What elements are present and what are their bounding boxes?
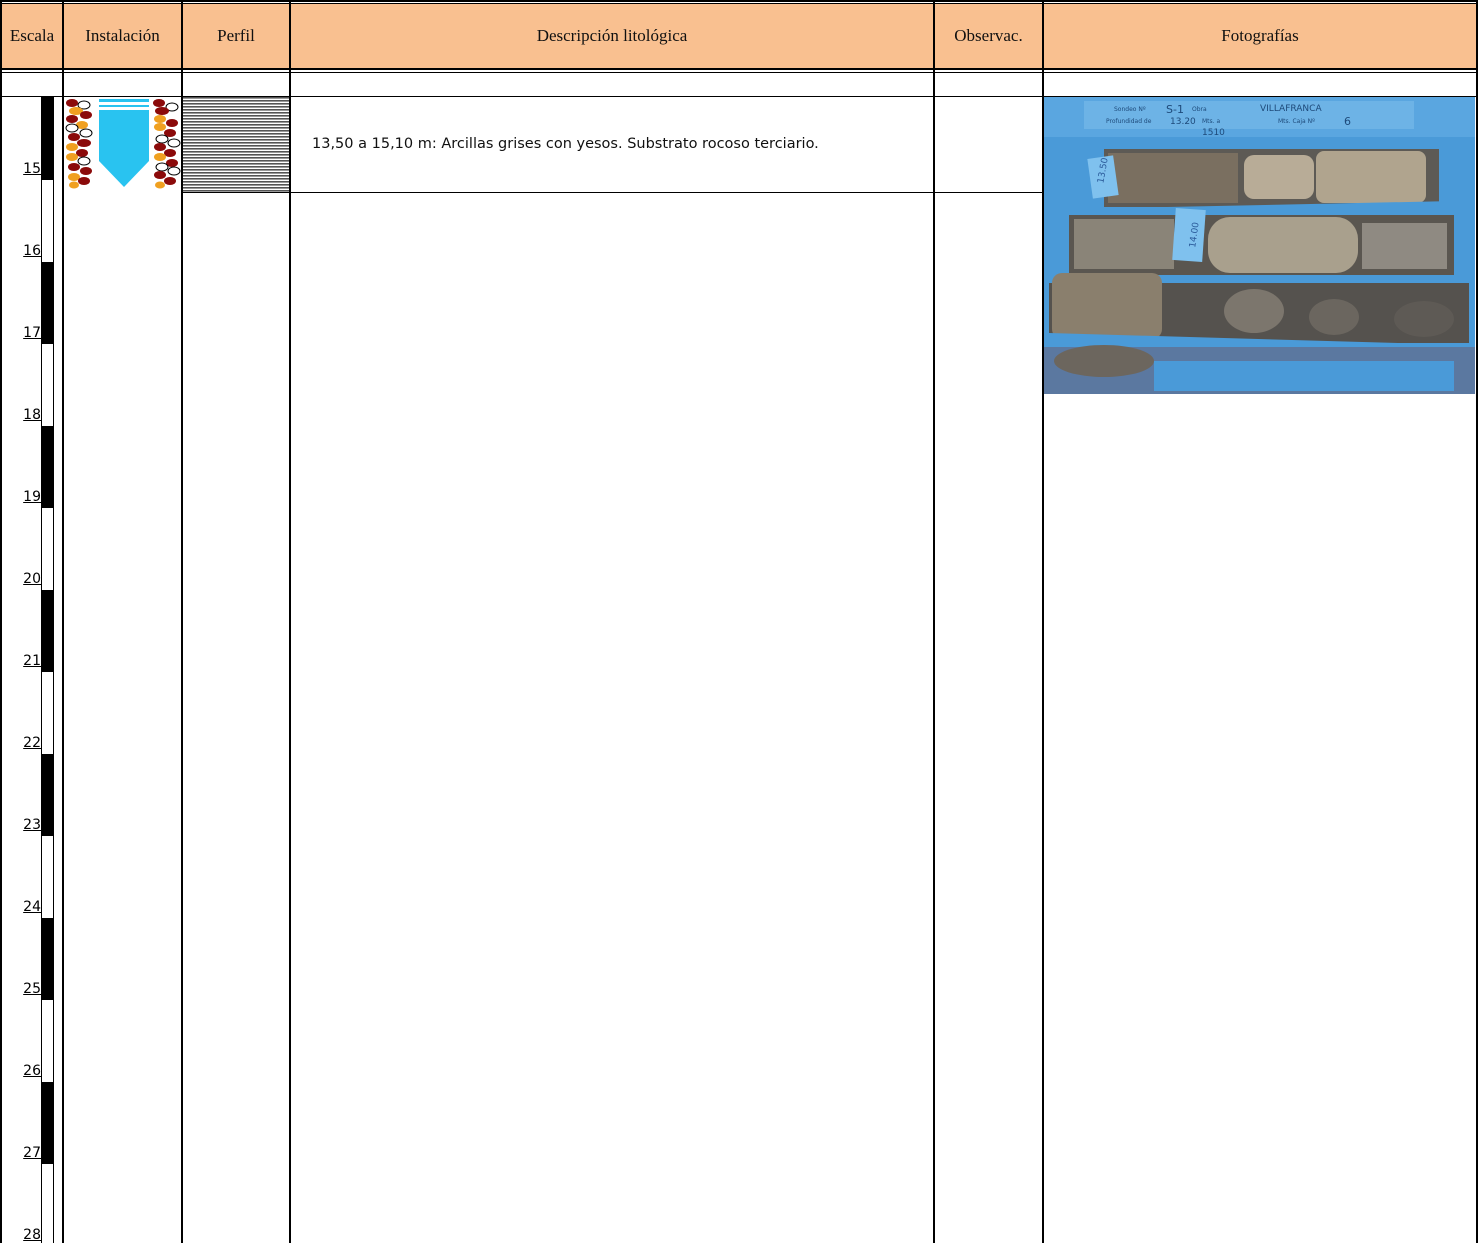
scale-tick: 27 <box>23 1145 41 1161</box>
photo-label-caja: 6 <box>1344 115 1351 128</box>
header-perfil: Perfil <box>183 4 289 68</box>
svg-text:Profundidad de: Profundidad de <box>1106 118 1152 125</box>
scale-tick: 24 <box>23 899 41 915</box>
scale-bar-right <box>53 97 54 1243</box>
header-instalacion: Instalación <box>64 4 181 68</box>
svg-text:Sondeo Nº: Sondeo Nº <box>1114 106 1146 113</box>
col-line-right <box>1476 0 1478 1243</box>
svg-text:Mts. a: Mts. a <box>1202 118 1220 125</box>
scale-tick: 28 <box>23 1227 41 1243</box>
scale-segment-black <box>41 1082 53 1164</box>
scale-tick: 26 <box>23 1063 41 1079</box>
header-observac: Observac. <box>935 4 1042 68</box>
scale-segment-black <box>41 590 53 672</box>
scale-tick: 19 <box>23 489 41 505</box>
scale-segment-black <box>41 426 53 508</box>
water-level-icon <box>99 99 149 187</box>
svg-text:Mts. Caja Nº: Mts. Caja Nº <box>1278 118 1315 125</box>
layer-description: 13,50 a 15,10 m: Arcillas grises con yes… <box>312 136 819 152</box>
scale-segment-black <box>41 97 53 180</box>
col-line-left <box>0 0 2 1243</box>
col-line-4 <box>933 0 935 1243</box>
header-bottom-border-2 <box>0 72 1478 73</box>
scale-tick: 25 <box>23 981 41 997</box>
scale-tick: 23 <box>23 817 41 833</box>
col-line-3 <box>289 0 291 1243</box>
scale-tick: 17 <box>23 325 41 341</box>
scale-segment-black <box>41 754 53 836</box>
scale-segment-black <box>41 262 53 344</box>
scale-tick: 18 <box>23 407 41 423</box>
scale-segment-black <box>41 918 53 1000</box>
header-fotografias: Fotografías <box>1044 4 1476 68</box>
header-escala: Escala <box>2 4 62 68</box>
svg-text:Obra: Obra <box>1192 106 1207 113</box>
scale-tick: 20 <box>23 571 41 587</box>
gravel-pack-right-icon <box>153 99 181 189</box>
scale-tick: 21 <box>23 653 41 669</box>
scale-tick: 15 <box>23 161 41 177</box>
photo-label-prof-from: 13.20 <box>1170 117 1196 127</box>
piezometer-installation-graphic <box>65 99 181 189</box>
clay-lithology-pattern <box>183 97 289 192</box>
photo-label-obra: VILLAFRANCA <box>1260 104 1322 114</box>
core-box-photo: Sondeo Nº S-1 Obra VILLAFRANCA Profundid… <box>1044 97 1475 394</box>
borehole-log-sheet: Escala Instalación Perfil Descripción li… <box>0 0 1482 1243</box>
photo-label-sondeo: S-1 <box>1166 103 1184 116</box>
gravel-pack-left-icon <box>65 99 93 189</box>
photo-label-prof-to: 1510 <box>1202 128 1225 138</box>
scale-tick: 16 <box>23 243 41 259</box>
header-descripcion: Descripción litológica <box>291 4 933 68</box>
top-border <box>0 0 1478 2</box>
layer-boundary-line <box>183 192 1043 193</box>
scale-tick: 22 <box>23 735 41 751</box>
header-bottom-border <box>0 68 1478 70</box>
